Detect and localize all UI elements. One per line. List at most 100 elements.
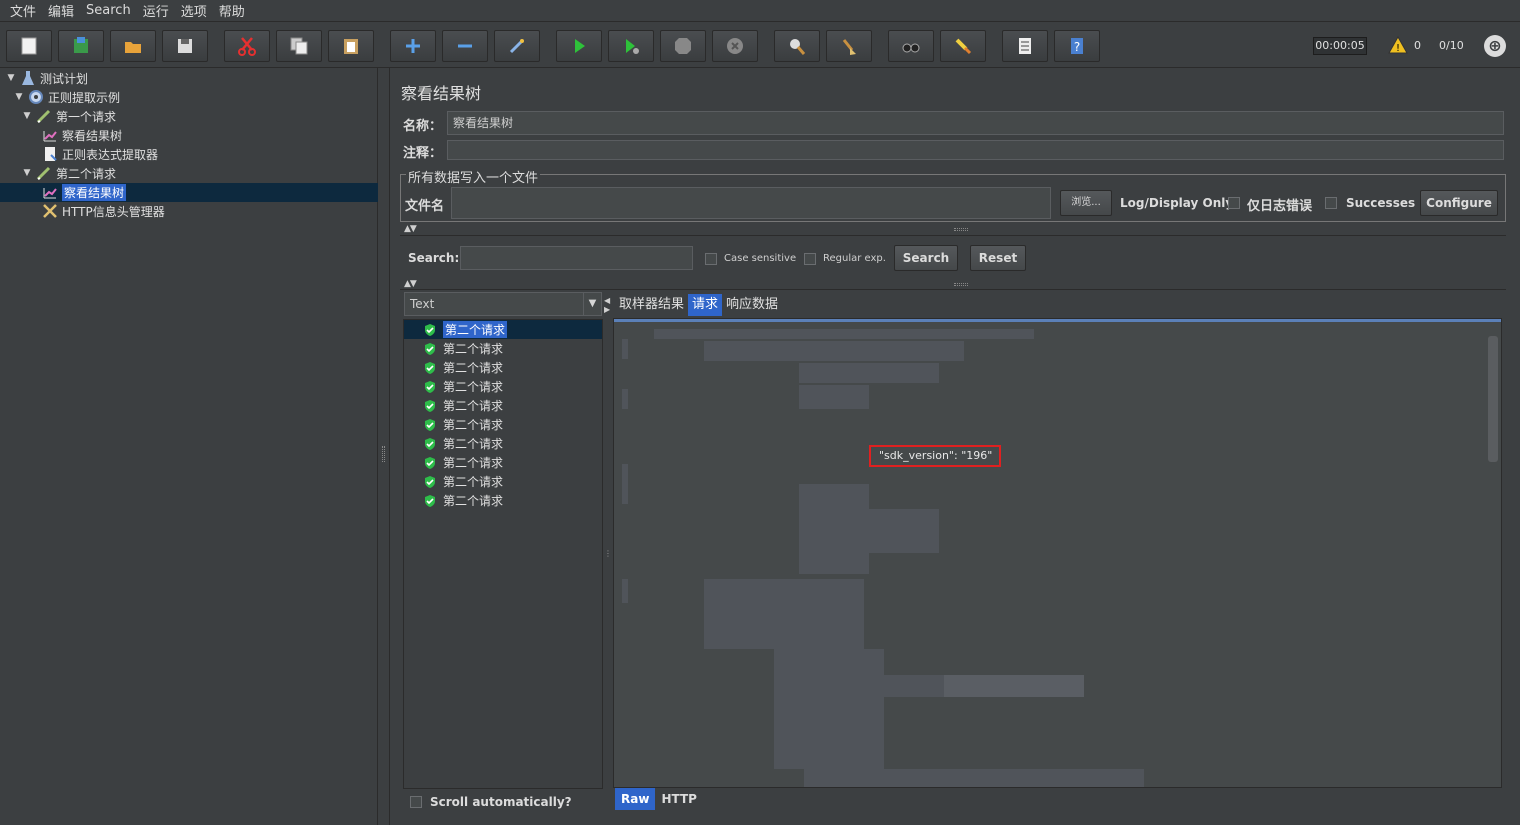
regex-checkbox[interactable] (804, 253, 816, 265)
results-tree-panel: 察看结果树 名称： 察看结果树 注释： 所有数据写入一个文件 文件名 浏览...… (392, 68, 1520, 825)
active-threads: 0/10 (1439, 39, 1464, 52)
tree-node-results-tree-2[interactable]: 察看结果树 (42, 183, 127, 201)
scissors-icon (238, 37, 256, 56)
templates-button[interactable] (58, 30, 104, 62)
tree-expand-icon[interactable]: ▼ (6, 73, 16, 83)
split-grip-top[interactable] (954, 228, 968, 231)
collapse-arrows-icon[interactable]: ▲▼ (404, 224, 417, 234)
panel-split-grip[interactable]: ⋮ (604, 550, 612, 558)
save-disk-icon (178, 39, 192, 53)
search-button[interactable]: Search (894, 245, 958, 271)
copy-icon (290, 37, 308, 55)
warning-triangle-icon: ! (1388, 36, 1408, 54)
success-shield-icon (425, 323, 435, 336)
tree-expand-icon[interactable]: ▼ (22, 111, 32, 121)
clear-all-button[interactable] (826, 30, 872, 62)
tree-node-regex-extractor[interactable]: 正则表达式提取器 (42, 145, 158, 163)
filename-input[interactable] (451, 187, 1051, 219)
main-splitter[interactable] (378, 68, 390, 825)
scroll-auto-checkbox[interactable] (410, 796, 422, 808)
errors-only-checkbox[interactable] (1228, 197, 1240, 209)
warning-count: 0 (1414, 38, 1421, 52)
chevron-down-icon: ▼ (583, 293, 601, 315)
case-sensitive-checkbox[interactable] (705, 253, 717, 265)
tree-node-test-plan[interactable]: ▼ 测试计划 (6, 69, 88, 87)
search-tool-button[interactable] (888, 30, 934, 62)
list-item[interactable]: 第二个请求 (404, 339, 602, 358)
function-helper-button[interactable] (1002, 30, 1048, 62)
open-button[interactable] (110, 30, 156, 62)
tab-response-data[interactable]: 响应数据 (722, 294, 782, 316)
start-no-pause-button[interactable] (608, 30, 654, 62)
tree-node-http-header-manager[interactable]: HTTP信息头管理器 (42, 202, 165, 220)
new-button[interactable] (6, 30, 52, 62)
open-folder-icon (125, 42, 141, 53)
shutdown-button[interactable] (712, 30, 758, 62)
name-label: 名称： (403, 119, 443, 134)
collapse-button[interactable] (442, 30, 488, 62)
clear-button[interactable] (774, 30, 820, 62)
list-item[interactable]: 第二个请求 (404, 377, 602, 396)
view-mode-tabs: Raw HTTP (615, 788, 703, 810)
elapsed-timer: 00:00:05 (1313, 37, 1367, 55)
tree-node-thread-group[interactable]: ▼ 正则提取示例 (14, 88, 120, 106)
reset-search-button[interactable] (940, 30, 986, 62)
paste-button[interactable] (328, 30, 374, 62)
success-shield-icon (425, 399, 435, 412)
success-shield-icon (425, 475, 435, 488)
remote-globe-icon[interactable]: ⊕ (1484, 35, 1506, 57)
expand-button[interactable] (390, 30, 436, 62)
help-button[interactable]: ? (1054, 30, 1100, 62)
collapse-arrows-icon[interactable]: ▲▼ (404, 279, 417, 289)
menu-search[interactable]: Search (80, 3, 137, 18)
split-grip-middle[interactable] (954, 283, 968, 286)
comment-field[interactable] (447, 140, 1504, 160)
cut-button[interactable] (224, 30, 270, 62)
list-item[interactable]: 第二个请求 (404, 320, 602, 339)
test-plan-icon (20, 70, 36, 86)
tree-expand-icon[interactable]: ▼ (14, 92, 24, 102)
content-scrollbar[interactable] (1488, 336, 1498, 462)
svg-text:?: ? (1074, 40, 1080, 54)
split-arrows-icon[interactable]: ◀ ▶ (604, 296, 610, 314)
request-content-area[interactable] (613, 318, 1502, 788)
search-input[interactable] (460, 246, 693, 270)
warnings-indicator[interactable]: ! 0 (1388, 36, 1421, 54)
list-item[interactable]: 第二个请求 (404, 453, 602, 472)
tree-node-results-tree-1[interactable]: 察看结果树 (42, 126, 122, 144)
success-shield-icon (425, 380, 435, 393)
tree-expand-icon[interactable]: ▼ (22, 168, 32, 178)
list-item[interactable]: 第二个请求 (404, 434, 602, 453)
start-button[interactable] (556, 30, 602, 62)
menu-options[interactable]: 选项 (175, 1, 213, 20)
minus-icon (458, 44, 472, 48)
save-button[interactable] (162, 30, 208, 62)
toggle-button[interactable] (494, 30, 540, 62)
list-item[interactable]: 第二个请求 (404, 415, 602, 434)
renderer-select[interactable]: Text ▼ (404, 292, 602, 316)
browse-button[interactable]: 浏览... (1060, 190, 1112, 216)
help-question-icon: ? (1071, 38, 1083, 54)
tab-request[interactable]: 请求 (688, 294, 723, 316)
reset-button[interactable]: Reset (970, 245, 1026, 271)
menu-help[interactable]: 帮助 (213, 1, 251, 20)
wand-icon (509, 38, 525, 54)
menu-edit[interactable]: 编辑 (42, 1, 80, 20)
successes-checkbox[interactable] (1325, 197, 1337, 209)
list-item[interactable]: 第二个请求 (404, 396, 602, 415)
copy-button[interactable] (276, 30, 322, 62)
configure-button[interactable]: Configure (1420, 190, 1498, 216)
name-field[interactable]: 察看结果树 (447, 111, 1504, 135)
tree-node-first-request[interactable]: ▼ 第一个请求 (22, 107, 116, 125)
search-label: Search: (408, 251, 460, 265)
list-item[interactable]: 第二个请求 (404, 472, 602, 491)
menu-run[interactable]: 运行 (137, 1, 175, 20)
tree-node-second-request[interactable]: ▼ 第二个请求 (22, 164, 116, 182)
menu-file[interactable]: 文件 (4, 1, 42, 20)
tab-raw[interactable]: Raw (615, 788, 656, 810)
list-item[interactable]: 第二个请求 (404, 358, 602, 377)
list-item[interactable]: 第二个请求 (404, 491, 602, 510)
stop-button[interactable] (660, 30, 706, 62)
tab-http[interactable]: HTTP (655, 788, 702, 810)
tab-sampler-result[interactable]: 取样器结果 (615, 294, 688, 316)
